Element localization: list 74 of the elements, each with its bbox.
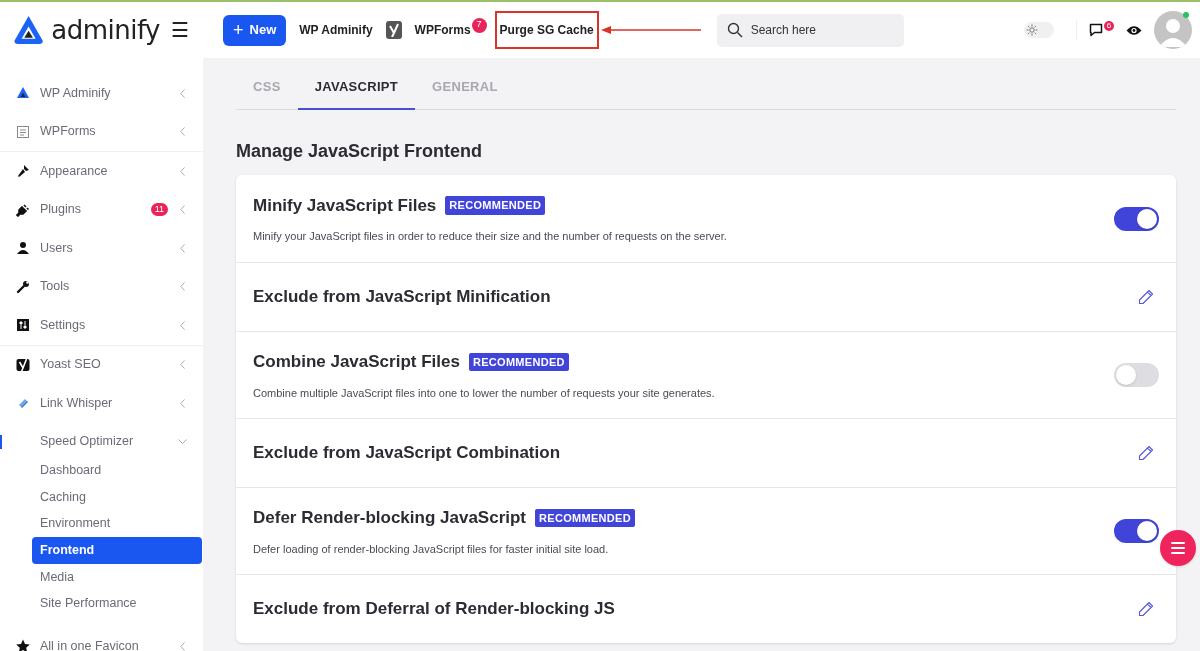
- new-button[interactable]: + New: [223, 14, 287, 46]
- count-badge: 11: [150, 203, 168, 217]
- settings-icon: [16, 318, 30, 333]
- tab[interactable]: JAVASCRIPT: [297, 66, 416, 110]
- star-icon: [16, 639, 30, 651]
- chevron-down-icon: [178, 439, 187, 445]
- setting-title: Combine JavaScript Files: [253, 351, 460, 373]
- sun-icon: [1026, 24, 1038, 36]
- setting-description: Defer loading of render-blocking JavaScript files for faster initial site load.: [253, 541, 610, 557]
- sidebar-item[interactable]: Link Whisper: [0, 384, 203, 423]
- toggle-switch[interactable]: [1114, 519, 1159, 543]
- wrench-icon: [16, 279, 30, 294]
- toggle-switch[interactable]: [1114, 206, 1159, 231]
- theme-toggle[interactable]: [1024, 22, 1054, 38]
- chevron-left-icon: [180, 127, 185, 137]
- chevron-left-icon: [180, 88, 185, 98]
- sidebar-item[interactable]: Appearance: [0, 152, 203, 191]
- plug-icon: [16, 202, 30, 217]
- pencil-icon: [1138, 445, 1154, 461]
- edit-button[interactable]: [1138, 289, 1154, 305]
- setting-title: Exclude from JavaScript Combination: [253, 442, 560, 465]
- logo-icon: [16, 86, 30, 101]
- yoast-icon[interactable]: [385, 21, 402, 39]
- setting-title: Exclude from Deferral of Render-blocking JS: [253, 598, 615, 621]
- menu-fab-button[interactable]: [1160, 530, 1196, 566]
- notification-badge: 7: [471, 17, 487, 33]
- chevron-left-icon: [180, 360, 185, 370]
- chevron-left-icon: [180, 641, 185, 651]
- recommended-badge: RECOMMENDED: [535, 508, 635, 527]
- sidebar-item[interactable]: Settings: [0, 306, 203, 345]
- setting-title: Minify JavaScript Files: [253, 194, 437, 217]
- eye-icon[interactable]: [1126, 24, 1142, 36]
- setting-title: Exclude from JavaScript Minification: [253, 286, 551, 309]
- submenu-item[interactable]: Frontend: [32, 537, 202, 564]
- pencil-icon: [1138, 289, 1154, 305]
- logo-text: adminify: [51, 13, 160, 47]
- toolbar-link[interactable]: WP Adminify: [294, 11, 378, 49]
- user-icon: [16, 241, 30, 256]
- yoast-icon: [16, 357, 30, 372]
- edit-button[interactable]: [1138, 445, 1154, 461]
- chevron-left-icon: [180, 282, 185, 292]
- sidebar-item[interactable]: WPForms: [0, 112, 203, 151]
- menu-icon: [1171, 542, 1185, 554]
- recommended-badge: RECOMMENDED: [468, 352, 569, 371]
- sidebar-item[interactable]: Plugins 11: [0, 190, 203, 229]
- chevron-left-icon: [180, 398, 185, 408]
- setting-description: Combine multiple JavaScript files into one to lower the number of requests your site generates.: [253, 385, 716, 401]
- pencil-icon: [1138, 601, 1154, 617]
- sidebar-item[interactable]: WP Adminify: [0, 74, 203, 113]
- chevron-left-icon: [180, 243, 185, 253]
- submenu-item[interactable]: Media: [32, 563, 202, 591]
- sidebar-item[interactable]: Tools: [0, 267, 203, 306]
- comment-icon[interactable]: [1089, 23, 1103, 37]
- submenu-item[interactable]: Site Performance: [32, 590, 202, 618]
- chevron-left-icon: [180, 320, 185, 330]
- sidebar-item[interactable]: Users: [0, 229, 203, 268]
- form-icon: [16, 124, 30, 139]
- setting-title: Defer Render-blocking JavaScript: [253, 507, 527, 529]
- recommended-badge: RECOMMENDED: [445, 196, 546, 215]
- chevron-left-icon: [180, 205, 185, 215]
- edit-button[interactable]: [1138, 601, 1154, 617]
- toolbar-link[interactable]: Purge SG Cache: [494, 11, 599, 49]
- menu-toggle-button[interactable]: ☰: [170, 15, 190, 45]
- brush-icon: [16, 164, 30, 179]
- notification-badge: 6: [1104, 21, 1114, 31]
- setting-description: Minify your JavaScript files in order to reduce their size and the number of requests on the server.: [253, 229, 728, 244]
- submenu-item[interactable]: Environment: [32, 510, 202, 538]
- submenu-item[interactable]: Caching: [32, 483, 202, 511]
- sidebar-item[interactable]: Yoast SEO: [0, 345, 203, 384]
- toggle-switch[interactable]: [1114, 363, 1159, 387]
- search-field[interactable]: Search here: [716, 13, 904, 47]
- sidebar-item[interactable]: All in one Favicon: [0, 627, 203, 651]
- chevron-left-icon: [180, 166, 185, 176]
- section-title: Manage JavaScript Frontend: [236, 140, 484, 163]
